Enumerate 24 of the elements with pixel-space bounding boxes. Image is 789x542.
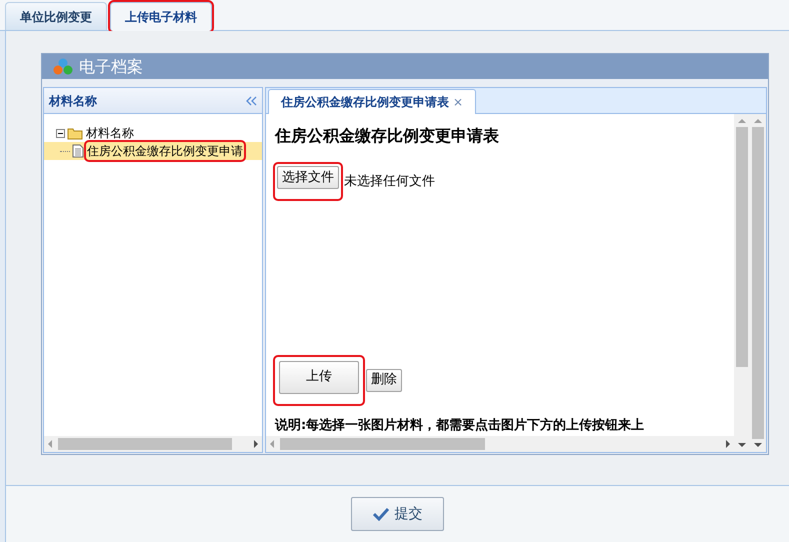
delete-button[interactable]: 删除 bbox=[366, 368, 402, 392]
horizontal-scrollbar[interactable] bbox=[44, 436, 262, 452]
tree-item[interactable]: 材料名称 bbox=[85, 124, 135, 142]
vertical-scrollbar[interactable] bbox=[734, 114, 750, 452]
document-tab-label[interactable]: 住房公积金缴存比例变更申请表 bbox=[281, 93, 449, 111]
upload-button[interactable]: 上传 bbox=[279, 360, 359, 394]
choose-file-button[interactable]: 选择文件 bbox=[277, 166, 339, 189]
instruction-text: 说明:每选择一张图片材料，都需要点击图片下方的上传按钮来上 bbox=[275, 416, 646, 434]
tab[interactable]: 上传电子材料 bbox=[110, 2, 212, 31]
close-icon[interactable]: × bbox=[453, 93, 464, 111]
submit-button[interactable]: 提交 bbox=[351, 497, 444, 531]
collapse-icon[interactable] bbox=[245, 96, 257, 106]
file-status: 未选择任何文件 bbox=[344, 172, 435, 191]
document-tab[interactable]: 住房公积金缴存比例变更申请表 × bbox=[268, 89, 476, 114]
collapse-toggle-icon[interactable] bbox=[56, 128, 65, 138]
panel-title: 电子档案 bbox=[79, 56, 143, 78]
folder-icon bbox=[67, 126, 83, 140]
tree-title: 材料名称 bbox=[49, 92, 97, 110]
document-icon bbox=[72, 144, 84, 158]
tab[interactable]: 单位比例变更 bbox=[5, 2, 107, 30]
checkmark-icon bbox=[372, 507, 388, 521]
horizontal-scrollbar[interactable] bbox=[266, 436, 734, 452]
vertical-scrollbar[interactable] bbox=[750, 114, 766, 452]
form-heading: 住房公积金缴存比例变更申请表 bbox=[275, 125, 500, 147]
